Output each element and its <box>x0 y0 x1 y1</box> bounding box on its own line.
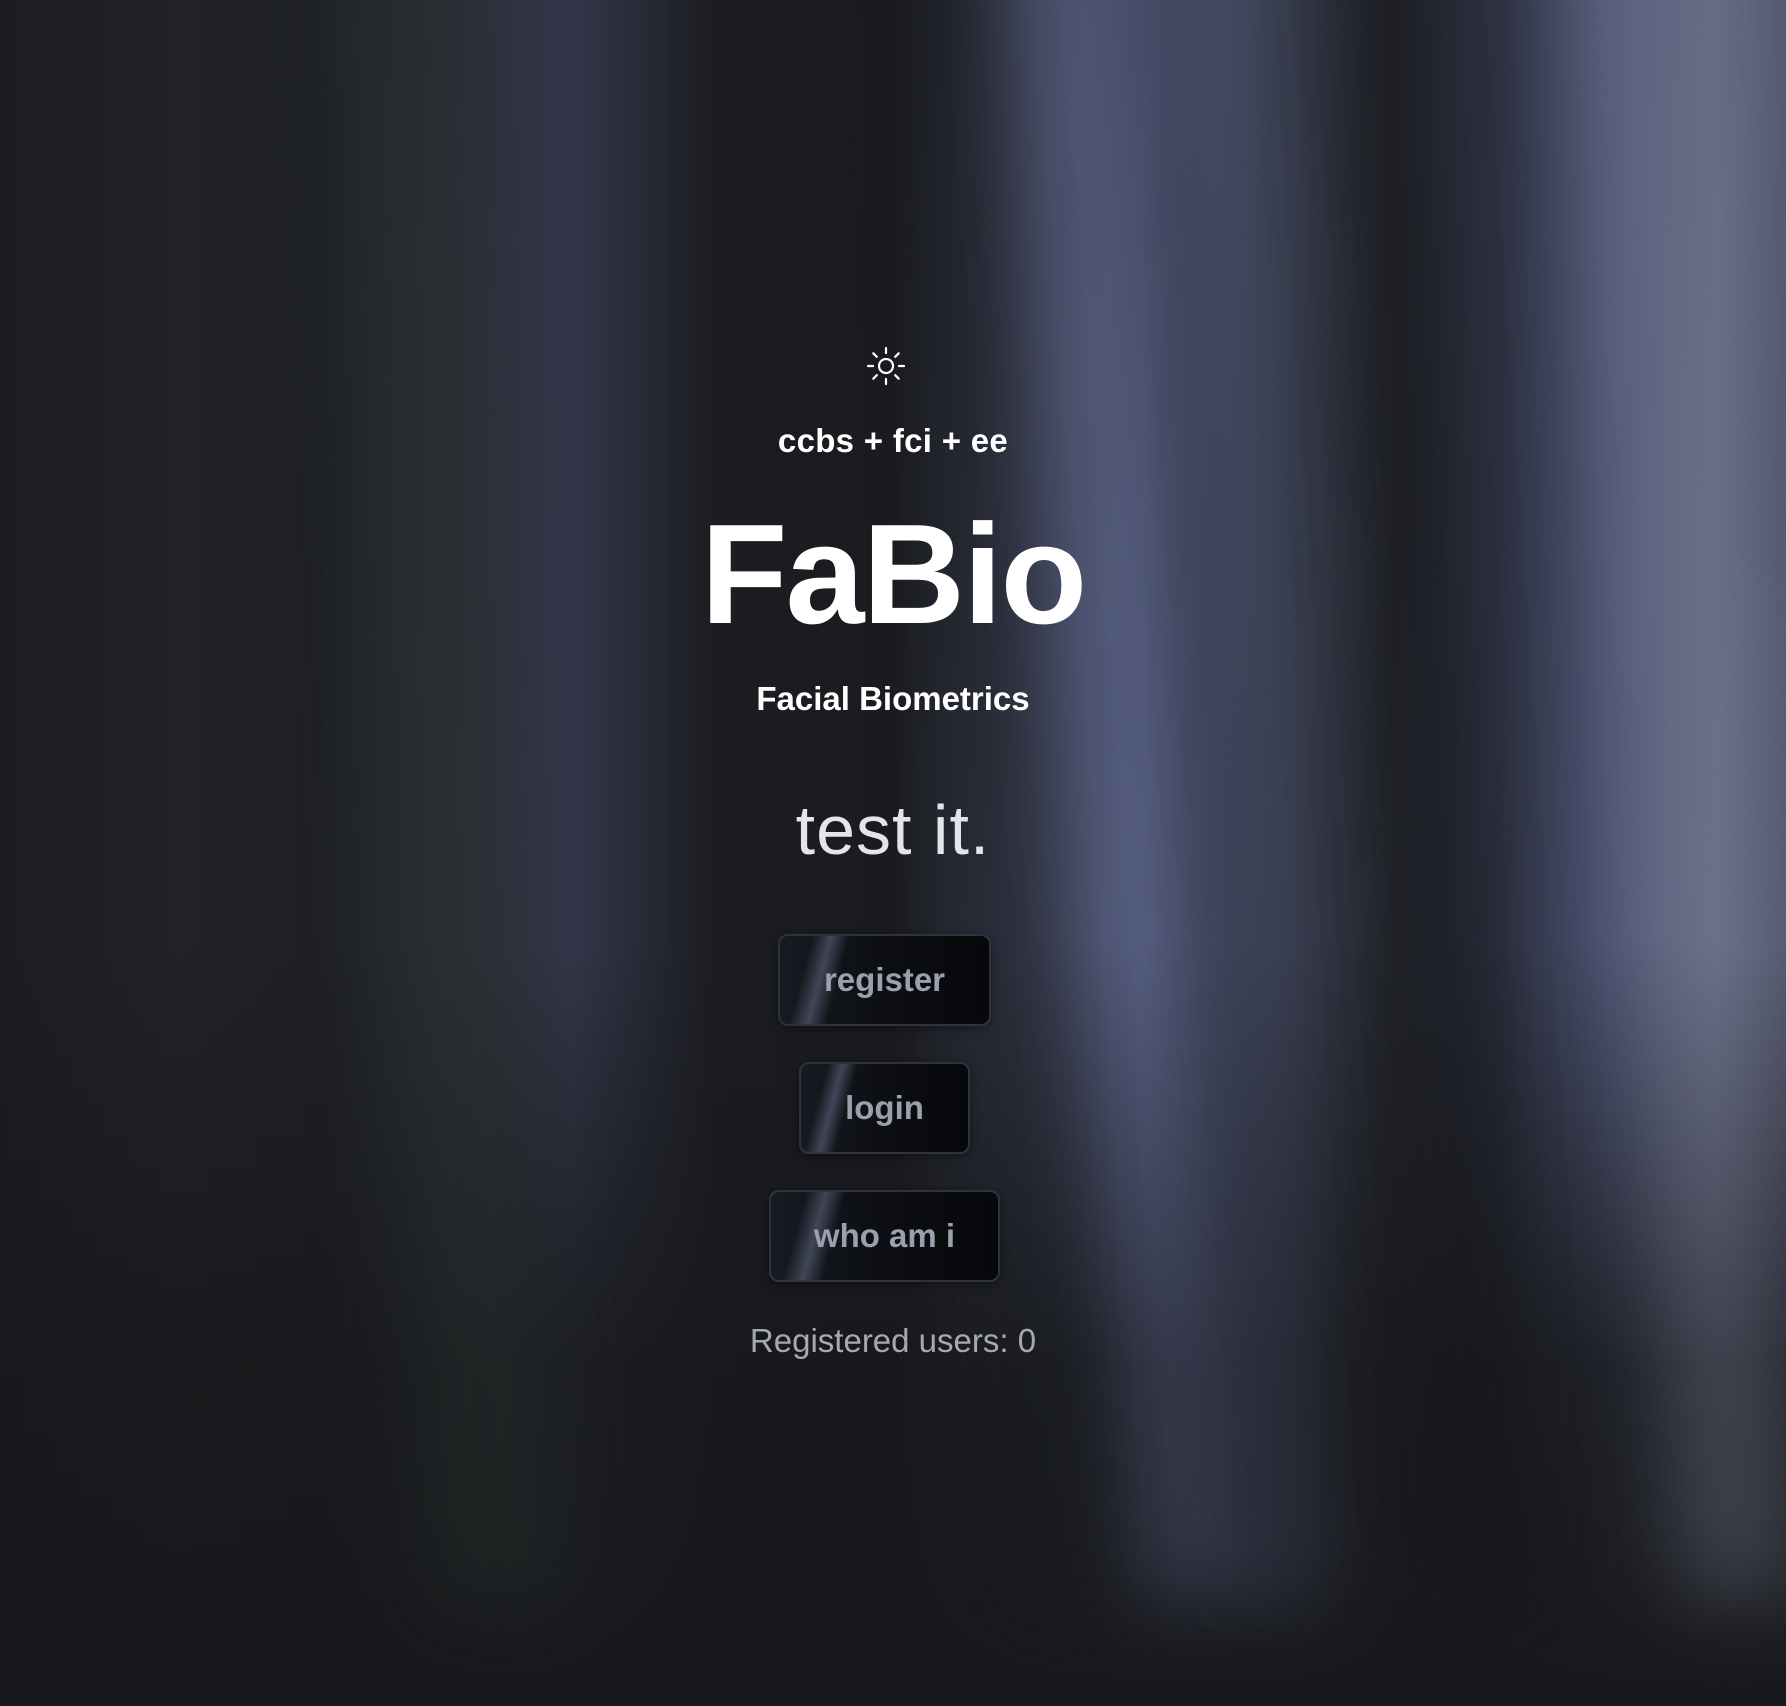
page-subtitle: Facial Biometrics <box>756 680 1030 717</box>
registered-users-count: Registered users: 0 <box>749 1322 1037 1359</box>
page-title: FaBio <box>700 495 1087 654</box>
org-line: ccbs + fci + ee <box>777 422 1009 459</box>
sun-icon <box>866 346 906 386</box>
who-am-i-button[interactable]: who am i <box>769 1190 1000 1282</box>
theme-toggle-button[interactable] <box>866 346 906 386</box>
login-button[interactable]: login <box>799 1062 970 1154</box>
call-to-action: test it. <box>795 791 991 869</box>
register-button[interactable]: register <box>778 934 991 1026</box>
main-content: ccbs + fci + ee FaBio Facial Biometrics … <box>0 0 1786 1706</box>
